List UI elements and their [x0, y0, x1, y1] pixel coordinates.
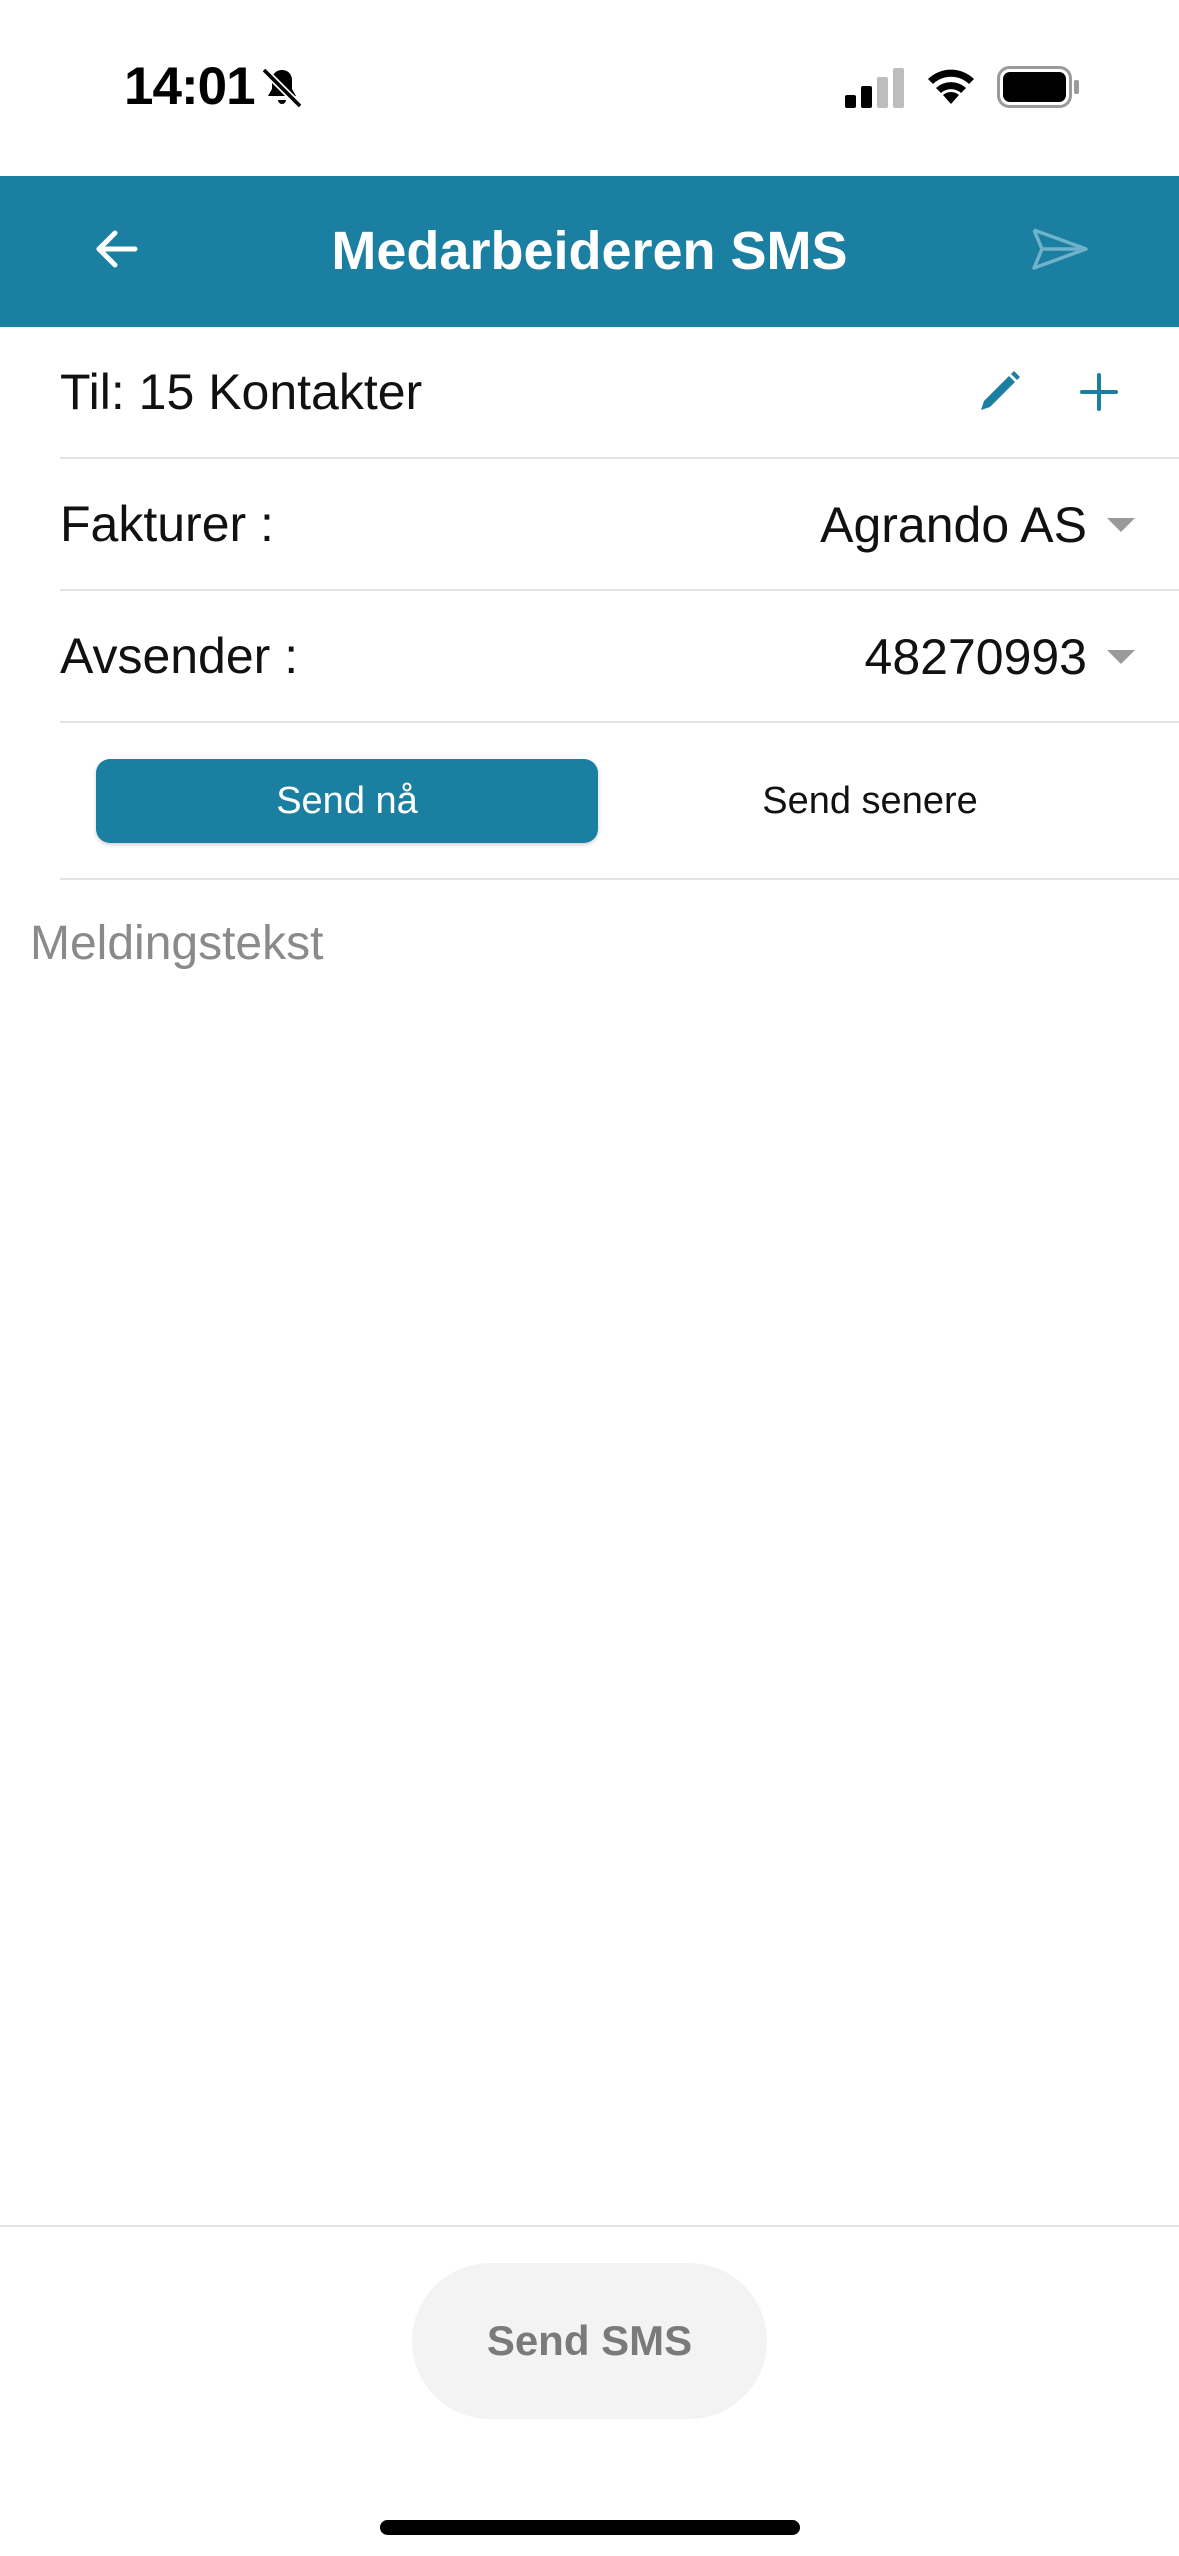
caret-down-icon [1107, 650, 1135, 664]
battery-icon [997, 66, 1081, 108]
sender-row: Avsender : 48270993 [60, 591, 1179, 723]
send-header-button[interactable] [1020, 212, 1100, 290]
paper-plane-icon [1030, 226, 1090, 277]
recipients-row[interactable]: Til: 15 Kontakter [60, 327, 1179, 459]
invoice-row: Fakturer : Agrando AS [60, 459, 1179, 591]
caret-down-icon [1107, 518, 1135, 532]
invoice-dropdown[interactable]: Agrando AS [820, 489, 1135, 561]
invoice-label: Fakturer : [60, 496, 274, 552]
sender-label: Avsender : [60, 628, 299, 684]
recipients-label: Til: 15 Kontakter [60, 364, 423, 420]
home-indicator [380, 2520, 800, 2535]
sender-dropdown[interactable]: 48270993 [865, 621, 1135, 693]
invoice-value: Agrando AS [820, 497, 1087, 553]
signal-icon [845, 68, 907, 108]
bottom-bar: Send SMS [0, 2225, 1179, 2556]
app-header: Medarbeideren SMS [0, 176, 1179, 327]
status-time: 14:01 [124, 57, 256, 116]
sender-value: 48270993 [864, 629, 1087, 685]
plus-icon [1079, 372, 1119, 417]
back-button[interactable] [78, 212, 156, 290]
page-title: Medarbeideren SMS [331, 221, 848, 281]
send-now-button[interactable]: Send nå [96, 759, 598, 843]
wifi-icon [925, 64, 977, 106]
send-later-button[interactable]: Send senere [620, 759, 1120, 843]
arrow-left-icon [95, 229, 139, 274]
add-recipient-button[interactable] [1060, 361, 1138, 427]
schedule-toggle: Send nå Send senere [60, 723, 1179, 880]
message-input[interactable] [30, 916, 1150, 2186]
bell-off-icon [258, 64, 306, 112]
edit-recipients-button[interactable] [960, 361, 1038, 427]
pencil-icon [975, 368, 1023, 421]
send-sms-button[interactable]: Send SMS [412, 2263, 767, 2419]
status-bar: 14:01 [0, 0, 1179, 176]
message-area [0, 880, 1179, 2225]
